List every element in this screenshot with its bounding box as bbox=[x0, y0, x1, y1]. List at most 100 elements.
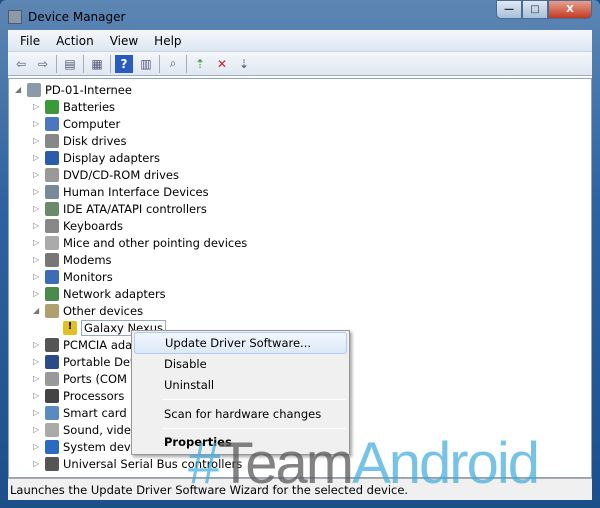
scan-hardware-icon[interactable]: ⌕ bbox=[164, 55, 182, 73]
portable-devices-device-icon bbox=[45, 354, 59, 369]
maximize-button[interactable]: □ bbox=[522, 0, 548, 19]
smart-card-readers-device-icon bbox=[45, 405, 59, 420]
expand-arrow-icon[interactable]: ▷ bbox=[33, 238, 41, 247]
tree-item-disk-drives[interactable]: ▷ Disk drives bbox=[33, 132, 126, 149]
expand-arrow-icon[interactable]: ▷ bbox=[33, 442, 41, 451]
expand-arrow-icon[interactable]: ▷ bbox=[33, 187, 41, 196]
disable-icon[interactable]: ⇣ bbox=[235, 55, 253, 73]
toolbar-separator bbox=[186, 54, 187, 73]
tree-item-universal-serial-bus-controllers-label: Universal Serial Bus controllers bbox=[63, 456, 243, 471]
tree-item-disk-drives-label: Disk drives bbox=[63, 133, 127, 148]
menu-separator bbox=[162, 399, 346, 400]
action-pane-icon[interactable]: ▥ bbox=[137, 55, 155, 73]
tree-item-modems-label: Modems bbox=[63, 252, 112, 267]
tree-root-computer[interactable]: ◢ PD-01-Internee bbox=[15, 81, 132, 98]
device-manager-icon bbox=[8, 10, 22, 24]
expand-arrow-icon[interactable]: ▷ bbox=[33, 374, 41, 383]
close-button[interactable]: X bbox=[548, 0, 592, 19]
expand-arrow-icon[interactable]: ▷ bbox=[33, 255, 41, 264]
tree-item-dvd-cd-rom-drives[interactable]: ▷ DVD/CD-ROM drives bbox=[33, 166, 179, 183]
menu-view[interactable]: View bbox=[102, 34, 146, 48]
toolbar-separator bbox=[159, 54, 160, 73]
menu-item-properties[interactable]: Properties bbox=[134, 431, 347, 453]
tree-item-monitors[interactable]: ▷ Monitors bbox=[33, 268, 113, 285]
other-devices-device-icon bbox=[45, 303, 59, 318]
tree-item-universal-serial-bus-controllers[interactable]: ▷ Universal Serial Bus controllers bbox=[33, 455, 242, 472]
network-adapters-device-icon bbox=[45, 286, 59, 301]
tree-item-other-devices-label: Other devices bbox=[63, 303, 144, 318]
menu-item-update-driver[interactable]: Update Driver Software... bbox=[134, 332, 347, 354]
menu-item-disable[interactable]: Disable bbox=[134, 353, 347, 375]
expand-arrow-icon[interactable]: ▷ bbox=[33, 340, 41, 349]
tree-item-computer-label: Computer bbox=[63, 116, 121, 131]
menu-item-uninstall[interactable]: Uninstall bbox=[134, 374, 347, 396]
window-title: Device Manager bbox=[28, 10, 126, 24]
expand-arrow-icon[interactable]: ▷ bbox=[33, 408, 41, 417]
tree-item-network-adapters-label: Network adapters bbox=[63, 286, 166, 301]
expand-arrow-icon[interactable]: ▷ bbox=[33, 102, 41, 111]
tree-item-ide-ata-atapi-controllers-label: IDE ATA/ATAPI controllers bbox=[63, 201, 207, 216]
expand-arrow-icon[interactable]: ◢ bbox=[33, 306, 41, 315]
expand-arrow-icon[interactable]: ▷ bbox=[33, 204, 41, 213]
tree-root-computer-label: PD-01-Internee bbox=[45, 82, 132, 97]
forward-icon[interactable]: ⇨ bbox=[34, 55, 52, 73]
tree-item-keyboards-label: Keyboards bbox=[63, 218, 124, 233]
expand-arrow-icon[interactable]: ▷ bbox=[33, 221, 41, 230]
back-icon[interactable]: ⇦ bbox=[12, 55, 30, 73]
expand-arrow-icon[interactable]: ▷ bbox=[33, 391, 41, 400]
expand-arrow-icon[interactable]: ▷ bbox=[33, 119, 41, 128]
dvd-cd-rom-drives-device-icon bbox=[45, 167, 59, 182]
tree-item-computer[interactable]: ▷ Computer bbox=[33, 115, 120, 132]
keyboards-device-icon bbox=[45, 218, 59, 233]
tree-item-processors-label: Processors bbox=[63, 388, 125, 403]
help-icon[interactable]: ? bbox=[115, 54, 133, 73]
system-devices-device-icon bbox=[45, 439, 59, 454]
tree-item-network-adapters[interactable]: ▷ Network adapters bbox=[33, 285, 166, 302]
galaxy-nexus-device-icon: ! bbox=[63, 320, 77, 335]
context-menu: Update Driver Software... Disable Uninst… bbox=[131, 330, 350, 455]
tree-item-other-devices[interactable]: ◢ Other devices bbox=[33, 302, 143, 319]
expand-arrow-icon[interactable]: ▷ bbox=[33, 136, 41, 145]
display-adapters-device-icon bbox=[45, 150, 59, 165]
expand-arrow-icon[interactable]: ▷ bbox=[33, 170, 41, 179]
disk-drives-device-icon bbox=[45, 133, 59, 148]
modems-device-icon bbox=[45, 252, 59, 267]
expand-arrow-icon[interactable]: ▷ bbox=[33, 289, 41, 298]
tree-item-ide-ata-atapi-controllers[interactable]: ▷ IDE ATA/ATAPI controllers bbox=[33, 200, 207, 217]
tree-item-mice-and-other-pointing-devices[interactable]: ▷ Mice and other pointing devices bbox=[33, 234, 247, 251]
computer-device-icon bbox=[45, 116, 59, 131]
tree-item-display-adapters[interactable]: ▷ Display adapters bbox=[33, 149, 160, 166]
status-text: Launches the Update Driver Software Wiza… bbox=[10, 482, 409, 497]
expand-arrow-icon[interactable]: ▷ bbox=[33, 425, 41, 434]
status-bar: Launches the Update Driver Software Wiza… bbox=[8, 478, 592, 500]
tree-item-modems[interactable]: ▷ Modems bbox=[33, 251, 112, 268]
toolbar-separator bbox=[56, 54, 57, 73]
expand-arrow-icon[interactable]: ▷ bbox=[33, 153, 41, 162]
tree-item-processors[interactable]: ▷ Processors bbox=[33, 387, 124, 404]
title-bar: Device Manager bbox=[8, 7, 125, 27]
minimize-button[interactable]: — bbox=[496, 0, 522, 19]
expand-arrow-icon[interactable]: ▷ bbox=[33, 357, 41, 366]
ide-ata-atapi-controllers-device-icon bbox=[45, 201, 59, 216]
menu-item-scan-hardware[interactable]: Scan for hardware changes bbox=[134, 403, 347, 425]
expand-arrow-icon[interactable]: ▷ bbox=[33, 459, 41, 468]
menu-help[interactable]: Help bbox=[146, 34, 189, 48]
show-hide-tree-icon[interactable]: ▤ bbox=[61, 55, 79, 73]
menu-action[interactable]: Action bbox=[48, 34, 102, 48]
tree-item-display-adapters-label: Display adapters bbox=[63, 150, 161, 165]
properties-icon[interactable]: ▦ bbox=[88, 55, 106, 73]
tree-item-human-interface-devices[interactable]: ▷ Human Interface Devices bbox=[33, 183, 209, 200]
uninstall-icon[interactable]: ✕ bbox=[213, 55, 231, 73]
sound-video-and-game-controllers-device-icon bbox=[45, 422, 59, 437]
tree-item-keyboards[interactable]: ▷ Keyboards bbox=[33, 217, 123, 234]
toolbar: ⇦ ⇨ ▤ ▦? ▥ ⌕ ⇡ ✕ ⇣ bbox=[8, 52, 592, 76]
tree-item-batteries[interactable]: ▷ Batteries bbox=[33, 98, 115, 115]
expand-arrow-icon[interactable]: ◢ bbox=[15, 85, 23, 94]
tree-item-dvd-cd-rom-drives-label: DVD/CD-ROM drives bbox=[63, 167, 179, 182]
menu-file[interactable]: File bbox=[12, 34, 48, 48]
batteries-device-icon bbox=[45, 99, 59, 114]
menu-bar: File Action View Help bbox=[8, 30, 592, 52]
expand-arrow-icon[interactable]: ▷ bbox=[33, 272, 41, 281]
tree-root-computer-device-icon bbox=[27, 82, 41, 97]
update-driver-icon[interactable]: ⇡ bbox=[191, 55, 209, 73]
